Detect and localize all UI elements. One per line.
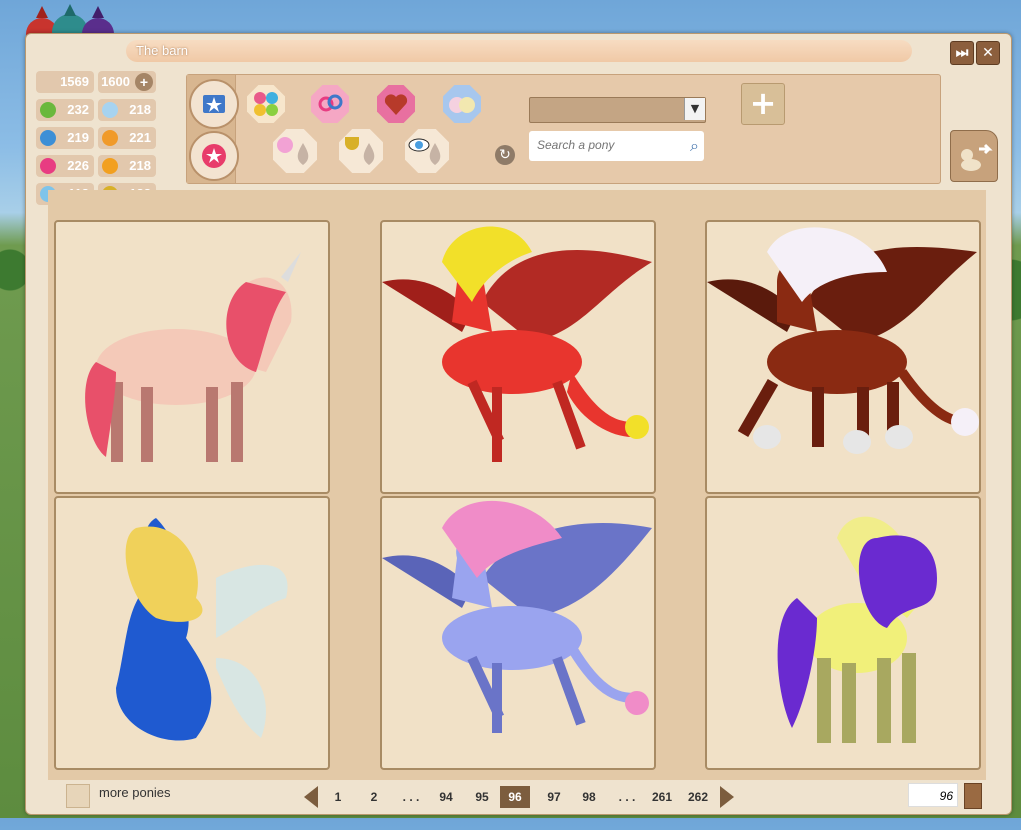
drops-icon [40,130,56,146]
pony-red-pegasus-image [382,226,652,462]
breed-select[interactable]: ▼ [529,97,706,123]
pony-card[interactable] [380,220,656,494]
stat-drops: 219 [36,127,94,149]
stat-love: 226 [36,155,94,177]
page-ellipsis: . . . [402,790,420,804]
title-bar: The barn [126,40,912,62]
close-icon[interactable]: ✕ [976,41,1000,65]
pony-lavender-pegasus-image [382,500,652,733]
heart-icon [40,158,56,174]
move-pony-folder-icon[interactable] [950,130,998,182]
stat-speed: 221 [98,127,156,149]
add-passes-icon[interactable]: + [135,73,153,91]
skip-icon[interactable]: ⏭ [950,41,974,65]
stat-max-passes: 1600 + [98,71,156,93]
pony-blue-seapony-image [116,518,288,741]
next-page-icon[interactable] [720,786,734,808]
page-link[interactable]: 1 [326,786,350,808]
search-icon[interactable]: ⌕ [690,136,699,156]
favorites-tab[interactable] [189,131,239,181]
couple-filter-icon[interactable] [443,85,481,123]
pony-card[interactable] [54,496,330,770]
apple-icon [40,102,56,118]
page-link[interactable]: 2 [362,786,386,808]
page-number-input[interactable]: 96 [908,783,958,807]
barn-window: The barn ⏭ ✕ 1569 1600 + 232 218 219 221… [25,33,1012,815]
trophy-color-filter[interactable] [339,129,383,173]
cloud-icon [102,102,118,118]
reset-filters-icon[interactable]: ↻ [495,145,515,165]
page-link[interactable]: 261 [646,786,678,808]
page-link[interactable]: 95 [468,786,496,808]
search-box[interactable]: ⌕ [529,131,704,161]
pony-unicorn-image [85,252,301,462]
pony-card[interactable] [380,496,656,770]
add-button[interactable]: + [741,83,785,125]
pony-yellow-pony-image [777,516,937,743]
more-ponies-checkbox[interactable] [66,784,90,808]
pagination-bar: more ponies 1 2 . . . 94 95 96 97 98 . .… [26,780,1011,814]
chevron-down-icon[interactable]: ▼ [684,98,705,120]
tab-column [187,75,239,183]
page-link[interactable]: 97 [540,786,568,808]
paw-icon [102,158,118,174]
pony-grid [48,190,986,780]
page-link[interactable]: 98 [575,786,603,808]
eye-color-filter[interactable] [405,129,449,173]
breeds-filter-icon[interactable] [247,85,285,123]
current-page[interactable]: 96 [500,786,530,808]
speed-icon [102,130,118,146]
gender-filter-icon[interactable] [311,85,349,123]
love-filter-icon[interactable] [377,85,415,123]
search-input[interactable] [535,137,679,153]
stat-cloud: 218 [98,99,156,121]
star-badge-icon [202,144,226,168]
pony-card[interactable] [54,220,330,494]
page-link[interactable]: 94 [432,786,460,808]
folder-star-icon [203,95,225,113]
stat-energy: 232 [36,99,94,121]
folder-tab[interactable] [189,79,239,129]
filter-toolbar: ↻ ▼ ⌕ + [186,74,941,184]
pony-card[interactable] [705,496,981,770]
pony-color-filter[interactable] [273,129,317,173]
stat-paw: 218 [98,155,156,177]
more-ponies-label: more ponies [99,785,171,800]
prev-page-icon[interactable] [304,786,318,808]
pony-card[interactable] [705,220,981,494]
page-link[interactable]: 262 [682,786,714,808]
page-ellipsis: . . . [618,790,636,804]
pony-brown-pegasus-image [707,227,979,454]
go-page-button[interactable] [964,783,982,809]
stat-passes: 1569 [36,71,94,93]
window-title: The barn [136,43,189,58]
